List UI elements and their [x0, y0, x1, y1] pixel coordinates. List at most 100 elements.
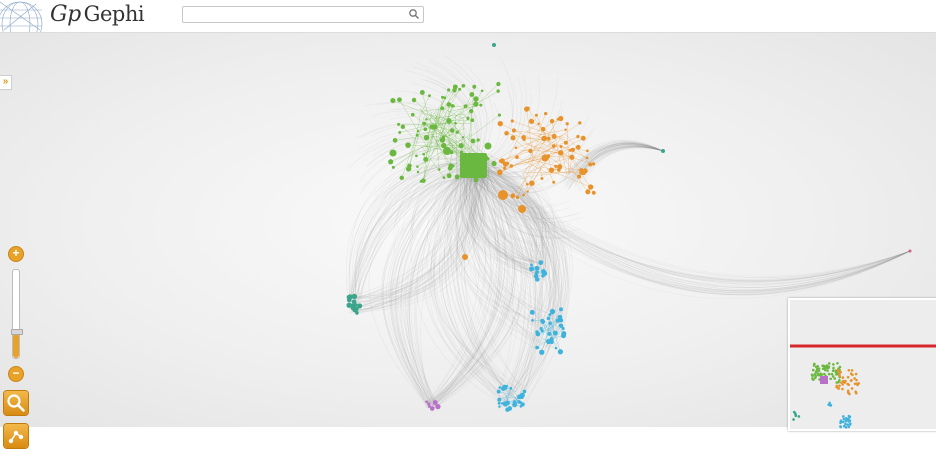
expand-panel-button[interactable]: »: [0, 75, 12, 90]
layout-tool-button[interactable]: [4, 424, 28, 448]
graph-node[interactable]: [422, 179, 425, 182]
graph-node[interactable]: [427, 402, 430, 405]
graph-node[interactable]: [388, 159, 393, 164]
graph-node[interactable]: [392, 166, 395, 169]
graph-node[interactable]: [581, 136, 586, 141]
graph-node[interactable]: [417, 171, 419, 173]
graph-node[interactable]: [466, 117, 469, 120]
graph-node[interactable]: [516, 196, 519, 199]
graph-node[interactable]: [520, 396, 523, 399]
graph-node[interactable]: [485, 143, 492, 150]
graph-node[interactable]: [423, 157, 428, 162]
graph-node[interactable]: [554, 165, 557, 168]
graph-node[interactable]: [473, 101, 478, 106]
graph-node[interactable]: [498, 113, 501, 116]
graph-node[interactable]: [535, 346, 538, 349]
graph-node[interactable]: [462, 84, 466, 88]
graph-node[interactable]: [549, 168, 554, 173]
graph-node[interactable]: [576, 135, 579, 138]
graph-node[interactable]: [557, 118, 560, 121]
graph-node[interactable]: [523, 390, 527, 394]
graph-node[interactable]: [510, 164, 514, 168]
graph-node[interactable]: [411, 113, 415, 117]
graph-node[interactable]: [453, 84, 458, 89]
graph-node[interactable]: [416, 134, 419, 137]
graph-node[interactable]: [522, 194, 525, 197]
graph-node[interactable]: [592, 191, 596, 195]
graph-node[interactable]: [498, 121, 503, 126]
graph-node[interactable]: [513, 400, 517, 404]
graph-node[interactable]: [588, 163, 592, 167]
graph-node[interactable]: [511, 135, 516, 140]
graph-node[interactable]: [544, 112, 547, 115]
graph-node[interactable]: [462, 136, 464, 138]
graph-node[interactable]: [397, 97, 402, 102]
graph-node[interactable]: [442, 136, 445, 139]
graph-node[interactable]: [542, 155, 549, 162]
graph-node[interactable]: [550, 119, 555, 124]
graph-node[interactable]: [428, 405, 431, 408]
graph-node[interactable]: [470, 118, 474, 122]
graph-node[interactable]: [479, 104, 482, 107]
graph-node[interactable]: [528, 149, 532, 153]
graph-node[interactable]: [586, 149, 589, 152]
graph-node[interactable]: [492, 43, 496, 47]
graph-node[interactable]: [576, 145, 581, 150]
graph-node[interactable]: [552, 134, 557, 139]
graph-node[interactable]: [472, 85, 476, 89]
graph-node[interactable]: [548, 313, 551, 316]
graph-node[interactable]: [510, 193, 515, 198]
graph-node[interactable]: [412, 98, 416, 102]
graph-node[interactable]: [503, 162, 508, 167]
graph-node[interactable]: [517, 400, 521, 404]
graph-node[interactable]: [498, 402, 501, 405]
graph-node[interactable]: [520, 405, 523, 408]
graph-node[interactable]: [497, 390, 501, 394]
graph-node[interactable]: [446, 118, 451, 123]
graph-node[interactable]: [351, 305, 357, 311]
graph-node[interactable]: [535, 271, 539, 275]
graph-node[interactable]: [550, 337, 554, 341]
graph-node[interactable]: [448, 166, 453, 171]
graph-node[interactable]: [432, 124, 437, 129]
graph-node[interactable]: [405, 142, 411, 148]
graph-node[interactable]: [424, 135, 430, 141]
graph-node[interactable]: [441, 96, 444, 99]
graph-node[interactable]: [564, 141, 568, 145]
graph-node[interactable]: [433, 400, 438, 405]
graph-node[interactable]: [503, 401, 508, 406]
graph-node[interactable]: [422, 153, 425, 156]
graph-node[interactable]: [447, 173, 452, 178]
graph-node[interactable]: [390, 150, 397, 157]
graph-node[interactable]: [512, 128, 516, 132]
graph-node[interactable]: [538, 260, 543, 265]
graph-node[interactable]: [535, 330, 538, 333]
zoom-in-button[interactable]: +: [9, 247, 23, 261]
graph-node[interactable]: [458, 88, 461, 91]
graph-node[interactable]: [352, 300, 356, 304]
graph-node[interactable]: [498, 405, 500, 407]
graph-node[interactable]: [558, 349, 563, 354]
graph-node[interactable]: [541, 177, 544, 180]
graph-node[interactable]: [469, 109, 473, 113]
graph-node[interactable]: [509, 387, 512, 390]
graph-node[interactable]: [420, 90, 425, 95]
graph-node[interactable]: [496, 82, 500, 86]
graph-node[interactable]: [586, 157, 589, 160]
graph-node[interactable]: [535, 277, 540, 282]
graph-node[interactable]: [535, 114, 538, 117]
graph-node[interactable]: [507, 406, 512, 411]
app-logo[interactable]: GpGephi: [50, 2, 144, 27]
graph-node[interactable]: [504, 131, 509, 136]
graph-node[interactable]: [471, 139, 476, 144]
graph-node[interactable]: [498, 386, 501, 389]
graph-node[interactable]: [443, 147, 451, 155]
graph-node[interactable]: [511, 119, 514, 122]
graph-node[interactable]: [447, 102, 452, 107]
graph-node[interactable]: [469, 92, 474, 97]
zoom-slider-handle[interactable]: [11, 329, 23, 335]
graph-node[interactable]: [588, 184, 593, 189]
graph-node[interactable]: [569, 155, 574, 160]
graph-node[interactable]: [526, 107, 530, 111]
graph-node[interactable]: [592, 162, 595, 165]
